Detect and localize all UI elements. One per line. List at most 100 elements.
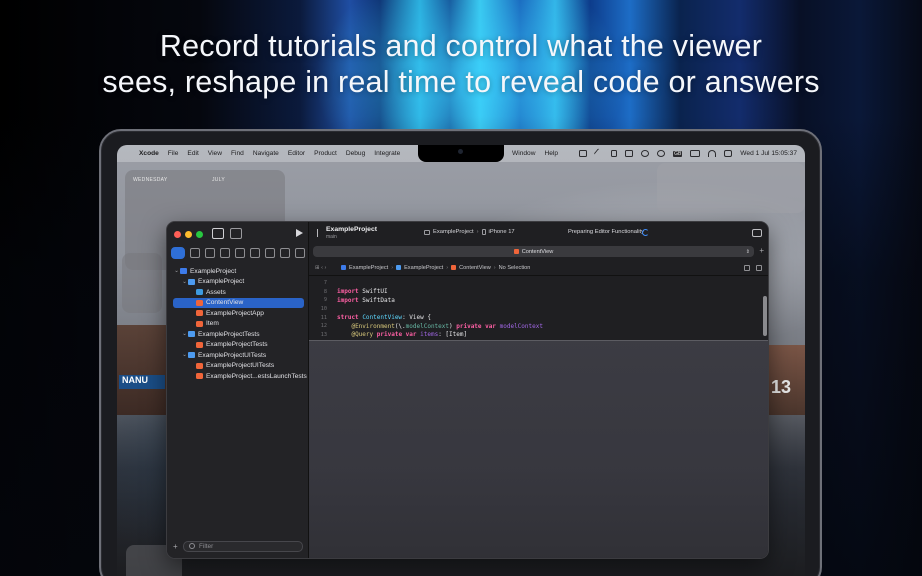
bookmarks-tab[interactable] — [205, 248, 215, 258]
scheme-separator-icon: › — [476, 229, 479, 235]
jumpbar-separator-icon: › — [391, 264, 394, 271]
menu-file[interactable]: File — [168, 150, 179, 157]
code-token: modelContext — [499, 322, 543, 330]
tab-chevron-icon[interactable]: ⇕ — [746, 249, 750, 255]
phone-icon[interactable] — [611, 150, 618, 157]
swift-icon — [196, 362, 203, 369]
reports-tab[interactable] — [295, 248, 305, 258]
wallpaper-building-right: 13 — [767, 345, 805, 415]
tree-row[interactable]: ExampleProject...estsLaunchTests — [167, 371, 308, 382]
menu-app-name[interactable]: Xcode — [139, 150, 159, 157]
toolbar-project-name[interactable]: ExampleProject — [326, 226, 377, 233]
project-navigator-tab[interactable] — [171, 247, 185, 259]
project-navigator: ⌄ ExampleProject ⌄ ExampleProject Assets Cont… — [167, 222, 309, 558]
close-window-button[interactable] — [174, 231, 181, 238]
add-file-icon[interactable]: + — [173, 542, 183, 551]
tree-row[interactable]: ExampleProjectApp — [167, 308, 308, 319]
menu-find[interactable]: Find — [231, 150, 244, 157]
line-number: 9 — [323, 297, 327, 304]
swift-file-icon — [513, 249, 519, 254]
reveal-overlay[interactable] — [309, 340, 768, 558]
scheme-selector[interactable]: ExampleProject › iPhone 17 — [424, 229, 515, 235]
folder-icon — [188, 278, 195, 285]
tree-row[interactable]: ContentView — [173, 297, 304, 308]
menu-editor[interactable]: Editor — [288, 150, 305, 157]
stopwatch-icon[interactable] — [657, 150, 666, 157]
headline-line-2: sees, reshape in real time to reveal cod… — [102, 65, 820, 99]
menu-bar-clock[interactable]: Wed 1 Jul 15:05:37 — [740, 150, 797, 157]
toolbar-branch[interactable]: main — [326, 234, 337, 240]
menu-navigate[interactable]: Navigate — [253, 150, 279, 157]
line-number: 10 — [320, 306, 327, 313]
tests-tab[interactable] — [250, 248, 260, 258]
jumpbar-folder[interactable]: ExampleProject — [404, 265, 443, 271]
disclosure-chevron-icon[interactable]: ⌄ — [181, 279, 188, 285]
code-editor[interactable]: 7 8 import SwiftUI 9 import SwiftData 10 11 str… — [309, 279, 768, 341]
menu-product[interactable]: Product — [314, 150, 337, 157]
menu-debug[interactable]: Debug — [346, 150, 365, 157]
add-tab-icon[interactable]: + — [759, 246, 764, 255]
laptop-screen: NANU 13 Xcode File Edit View Find Naviga… — [117, 145, 805, 576]
debug-tab[interactable] — [265, 248, 275, 258]
battery-icon[interactable] — [690, 150, 701, 157]
related-items-icon[interactable] — [744, 265, 750, 271]
run-button[interactable] — [296, 229, 303, 237]
jumpbar-separator-icon: › — [493, 264, 496, 271]
destination-name: iPhone 17 — [488, 229, 515, 235]
small-widget[interactable] — [122, 253, 162, 313]
menu-edit[interactable]: Edit — [187, 150, 198, 157]
disclosure-chevron-icon[interactable]: ⌄ — [181, 331, 188, 337]
filter-input[interactable]: Filter — [183, 540, 303, 552]
gb-icon[interactable]: GB — [673, 150, 683, 157]
jumpbar-project-icon — [341, 265, 346, 270]
minimize-window-button[interactable] — [185, 231, 192, 238]
breakpoints-tab[interactable] — [280, 248, 290, 258]
tree-row[interactable]: Item — [167, 319, 308, 330]
wallpaper-sign: NANU — [119, 375, 165, 389]
scheme-name: ExampleProject — [433, 229, 474, 235]
jump-bar: ExampleProject › ExampleProject › Conten… — [309, 260, 768, 276]
navigator-tabs — [171, 247, 305, 259]
status-area: GB Wed 1 Jul 15:05:37 — [579, 148, 797, 159]
tree-row[interactable]: ExampleProjectUITests — [167, 361, 308, 372]
screen-icon[interactable] — [579, 150, 588, 157]
find-tab[interactable] — [220, 248, 230, 258]
library-icon[interactable] — [230, 228, 242, 239]
record-icon[interactable] — [641, 150, 650, 157]
tree-row[interactable]: ExampleProjectTests — [167, 340, 308, 351]
tree-row[interactable]: Assets — [167, 287, 308, 298]
editor-options-icon[interactable] — [756, 265, 762, 271]
jumpbar-selection[interactable]: No Selection — [499, 265, 531, 271]
sidebar-toggle-icon[interactable] — [212, 228, 224, 239]
disclosure-chevron-icon[interactable]: ⌄ — [173, 268, 180, 274]
menu-integrate[interactable]: Integrate — [374, 150, 400, 157]
disclosure-chevron-icon[interactable]: ⌄ — [181, 352, 188, 358]
line-number: 12 — [320, 323, 327, 330]
swift-icon — [196, 299, 203, 306]
tree-row[interactable]: ⌄ ExampleProjectTests — [167, 329, 308, 340]
tree-row[interactable]: ⌄ ExampleProject — [167, 277, 308, 288]
wallpaper-building-number: 13 — [771, 377, 792, 397]
issues-tab[interactable] — [235, 248, 245, 258]
editor-scrollbar[interactable] — [763, 296, 767, 336]
menu-help[interactable]: Help — [544, 150, 558, 157]
device-icon — [481, 229, 486, 235]
menu-window[interactable]: Window — [512, 150, 535, 157]
tree-row[interactable]: ⌄ ExampleProjectUITests — [167, 350, 308, 361]
control-center-icon[interactable] — [724, 150, 733, 157]
editor-tab-bar[interactable]: ContentView ⇕ — [313, 246, 754, 257]
code-token: @Environment — [351, 322, 395, 330]
tree-row[interactable]: ⌄ ExampleProject — [167, 266, 308, 277]
editor-tab-contentview[interactable]: ContentView — [522, 249, 554, 255]
activity-status: Preparing Editor Functionality — [568, 229, 645, 235]
jumpbar-project[interactable]: ExampleProject — [349, 265, 388, 271]
display-icon[interactable] — [625, 150, 634, 157]
menu-view[interactable]: View — [208, 150, 222, 157]
wifi-icon[interactable] — [708, 150, 717, 157]
zoom-window-button[interactable] — [196, 231, 203, 238]
jumpbar-file[interactable]: ContentView — [459, 265, 491, 271]
inspector-toggle-icon[interactable] — [752, 229, 762, 237]
tools-icon[interactable] — [593, 148, 605, 159]
top-right-widget[interactable] — [657, 163, 805, 213]
source-control-tab[interactable] — [190, 248, 200, 258]
